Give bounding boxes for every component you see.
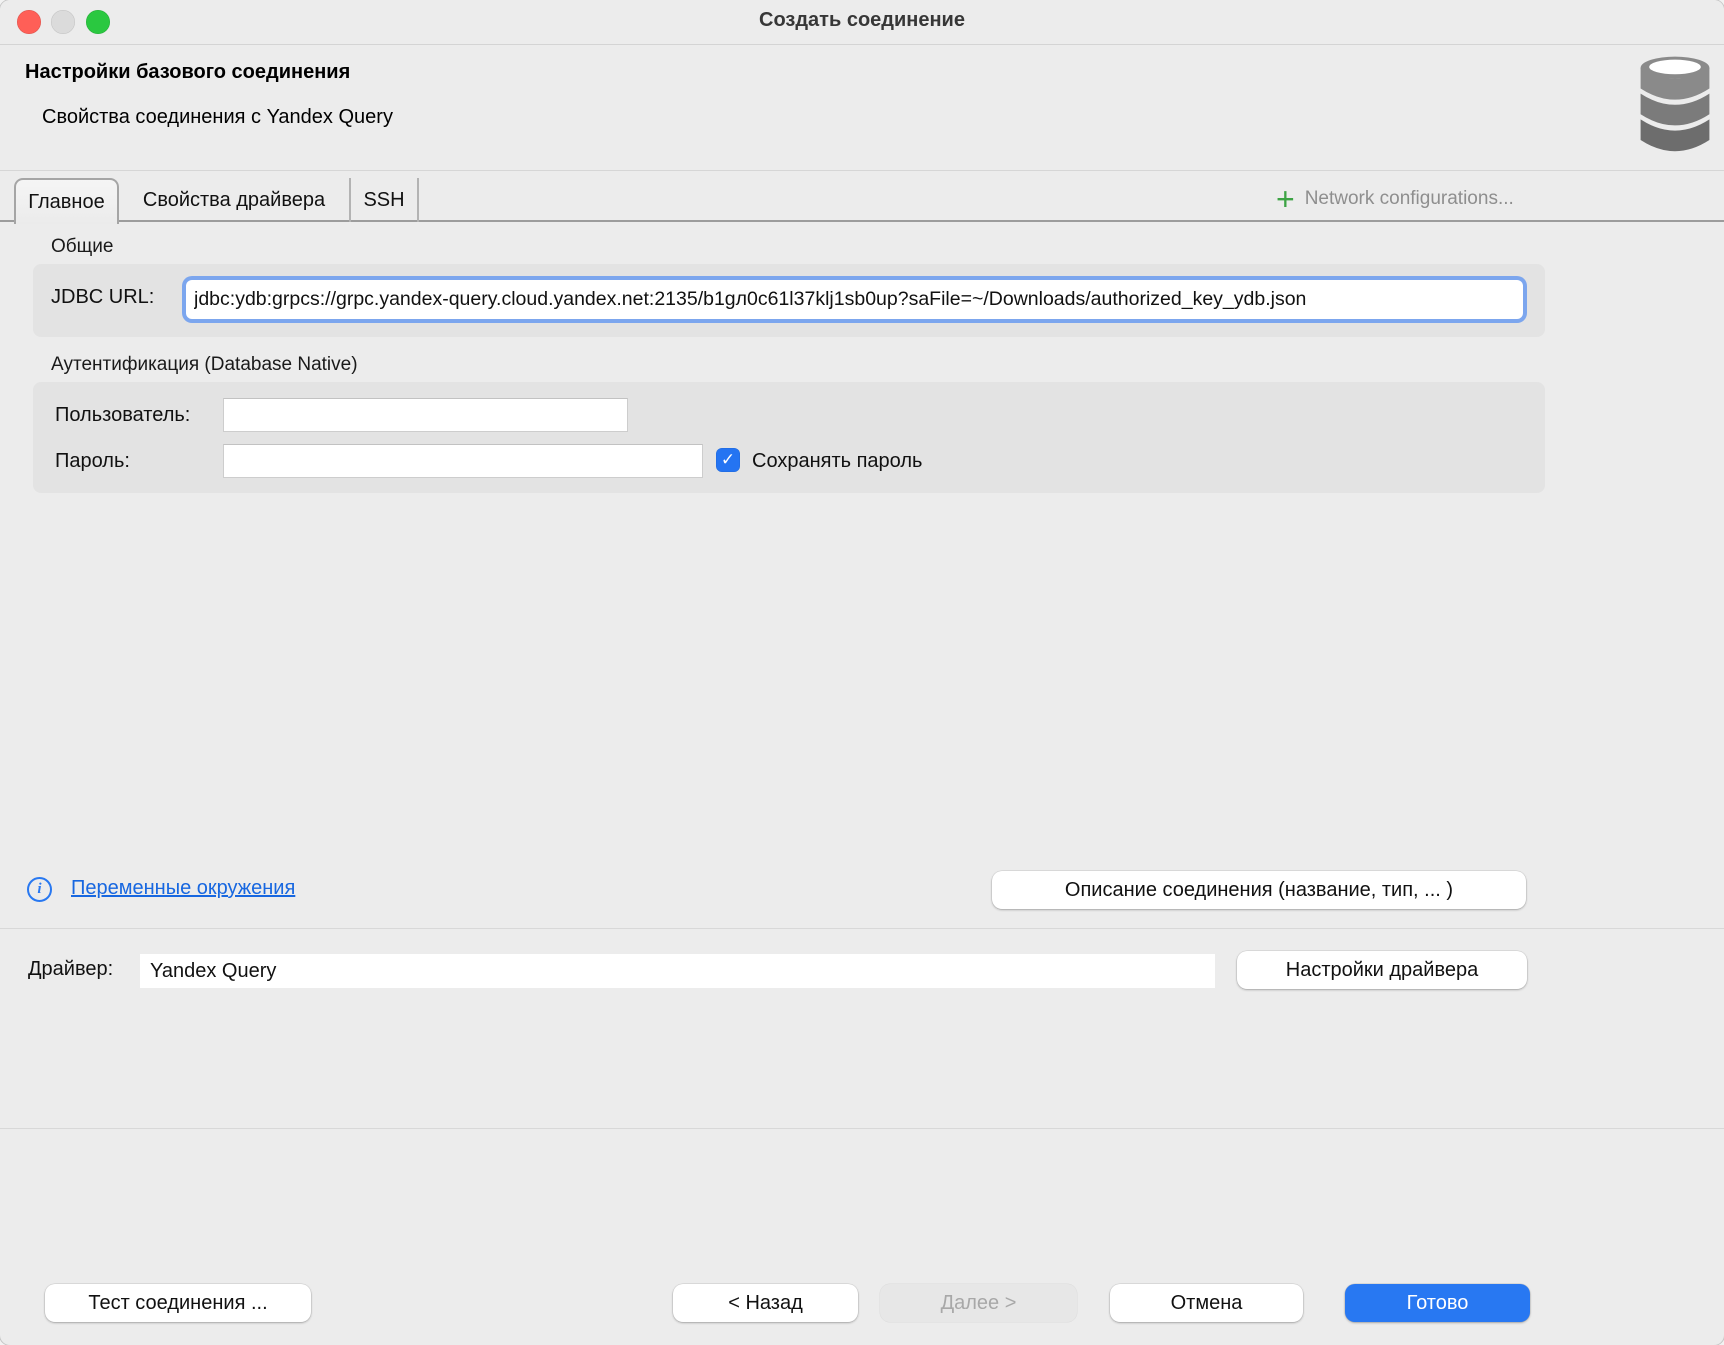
tab-driver-properties[interactable]: Свойства драйвера <box>119 178 351 222</box>
titlebar: Создать соединение <box>0 0 1724 45</box>
buttonbar-divider <box>0 1128 1724 1129</box>
next-button: Далее > <box>880 1284 1077 1322</box>
driver-label: Драйвер: <box>28 958 113 981</box>
check-icon: ✓ <box>721 450 735 470</box>
info-icon: i <box>27 877 52 902</box>
password-input[interactable] <box>223 444 703 478</box>
page-title: Настройки базового соединения <box>25 61 350 84</box>
password-label: Пароль: <box>55 450 130 473</box>
plus-icon: + <box>1276 184 1295 214</box>
header-divider <box>0 170 1724 171</box>
finish-button[interactable]: Готово <box>1345 1284 1530 1322</box>
driver-settings-button[interactable]: Настройки драйвера <box>1237 951 1527 989</box>
jdbc-url-label: JDBC URL: <box>51 286 154 309</box>
cancel-button[interactable]: Отмена <box>1110 1284 1303 1322</box>
save-password-label: Сохранять пароль <box>752 450 922 473</box>
create-connection-dialog: Создать соединение Настройки базового со… <box>0 0 1724 1345</box>
user-label: Пользователь: <box>55 404 190 427</box>
auth-group-title: Аутентификация (Database Native) <box>51 354 358 376</box>
save-password-checkbox[interactable]: ✓ <box>716 448 740 472</box>
database-icon <box>1632 54 1718 158</box>
page-subtitle: Свойства соединения с Yandex Query <box>42 106 393 129</box>
driver-name-field: Yandex Query <box>140 954 1215 988</box>
jdbc-url-input[interactable] <box>186 280 1523 319</box>
network-configurations-label: Network configurations... <box>1305 188 1514 210</box>
tab-ssh[interactable]: SSH <box>351 178 419 222</box>
environment-variables-link[interactable]: Переменные окружения <box>71 877 295 900</box>
back-button[interactable]: < Назад <box>673 1284 858 1322</box>
general-group-title: Общие <box>51 236 113 258</box>
test-connection-button[interactable]: Тест соединения ... <box>45 1284 311 1322</box>
footer-divider <box>0 928 1724 929</box>
network-configurations-button[interactable]: + Network configurations... <box>1276 178 1514 220</box>
connection-description-button[interactable]: Описание соединения (название, тип, ... … <box>992 871 1526 909</box>
user-input[interactable] <box>223 398 628 432</box>
window-title: Создать соединение <box>0 9 1724 32</box>
tab-bar: Главное Свойства драйвера SSH <box>14 178 419 222</box>
tab-main[interactable]: Главное <box>14 178 119 224</box>
